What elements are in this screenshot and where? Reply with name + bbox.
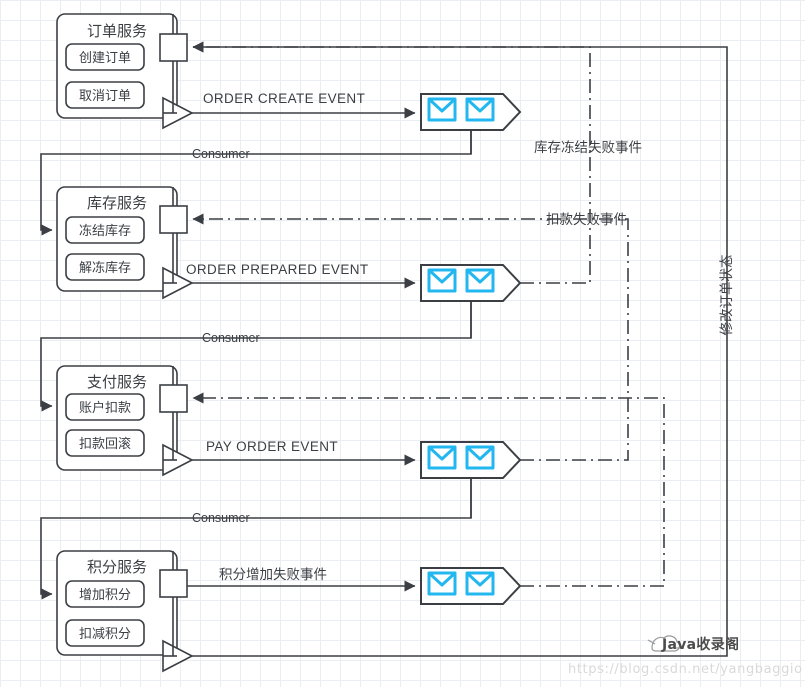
label-consumer-3: Consumer xyxy=(192,511,250,525)
service-title-inventory-service: 库存服务 xyxy=(87,195,147,212)
label-consumer-1: Consumer xyxy=(192,147,250,161)
service-action-add-points[interactable]: 增加积分 xyxy=(79,587,131,602)
endpoint-square-points-service[interactable] xyxy=(159,569,188,598)
edge-inventory-freeze-failed xyxy=(192,41,591,284)
diagram-canvas: 订单服务 创建订单 取消订单 库存服务 冻结库存 解冻库存 支付服务 账户扣款 … xyxy=(0,0,805,687)
label-consumer-2: Consumer xyxy=(202,331,260,345)
service-action-freeze-inventory[interactable]: 冻结库存 xyxy=(79,223,131,238)
service-action-cancel-order[interactable]: 取消订单 xyxy=(79,88,131,103)
service-title-payment-service: 支付服务 xyxy=(87,374,147,391)
label-inventory-freeze-failed-event: 库存冻结失败事件 xyxy=(534,140,642,155)
watermark-brand: Java收录阁 xyxy=(662,637,740,653)
service-action-account-deduct[interactable]: 账户扣款 xyxy=(79,400,131,415)
service-action-create-order[interactable]: 创建订单 xyxy=(79,50,131,65)
flow-diagram: 订单服务 创建订单 取消订单 库存服务 冻结库存 解冻库存 支付服务 账户扣款 … xyxy=(40,13,734,673)
label-deduction-failed-event: 扣款失败事件 xyxy=(546,212,627,227)
label-pay-order-event: PAY ORDER EVENT xyxy=(206,439,338,454)
service-title-points-service: 积分服务 xyxy=(87,559,147,576)
service-action-deduct-rollback[interactable]: 扣款回滚 xyxy=(79,436,131,451)
endpoint-square-inventory-service[interactable] xyxy=(159,205,188,234)
label-order-create-event: ORDER CREATE EVENT xyxy=(203,91,365,106)
label-order-prepared-event: ORDER PREPARED EVENT xyxy=(186,262,369,277)
service-action-unfreeze-inventory[interactable]: 解冻库存 xyxy=(79,260,131,275)
edge-modify-order-status xyxy=(192,41,728,657)
endpoint-square-payment-service[interactable] xyxy=(159,384,188,413)
edge-points-add-failed-compensation xyxy=(192,392,665,587)
endpoint-square-order-service[interactable] xyxy=(159,33,188,62)
label-modify-order-status: 修改订单状态 xyxy=(719,255,734,336)
service-title-order-service: 订单服务 xyxy=(87,23,147,40)
label-points-add-failed-event: 积分增加失败事件 xyxy=(219,567,327,582)
service-action-deduct-points[interactable]: 扣减积分 xyxy=(79,626,131,641)
watermark-url: https://blog.csdn.net/yangbaggio xyxy=(568,662,803,677)
